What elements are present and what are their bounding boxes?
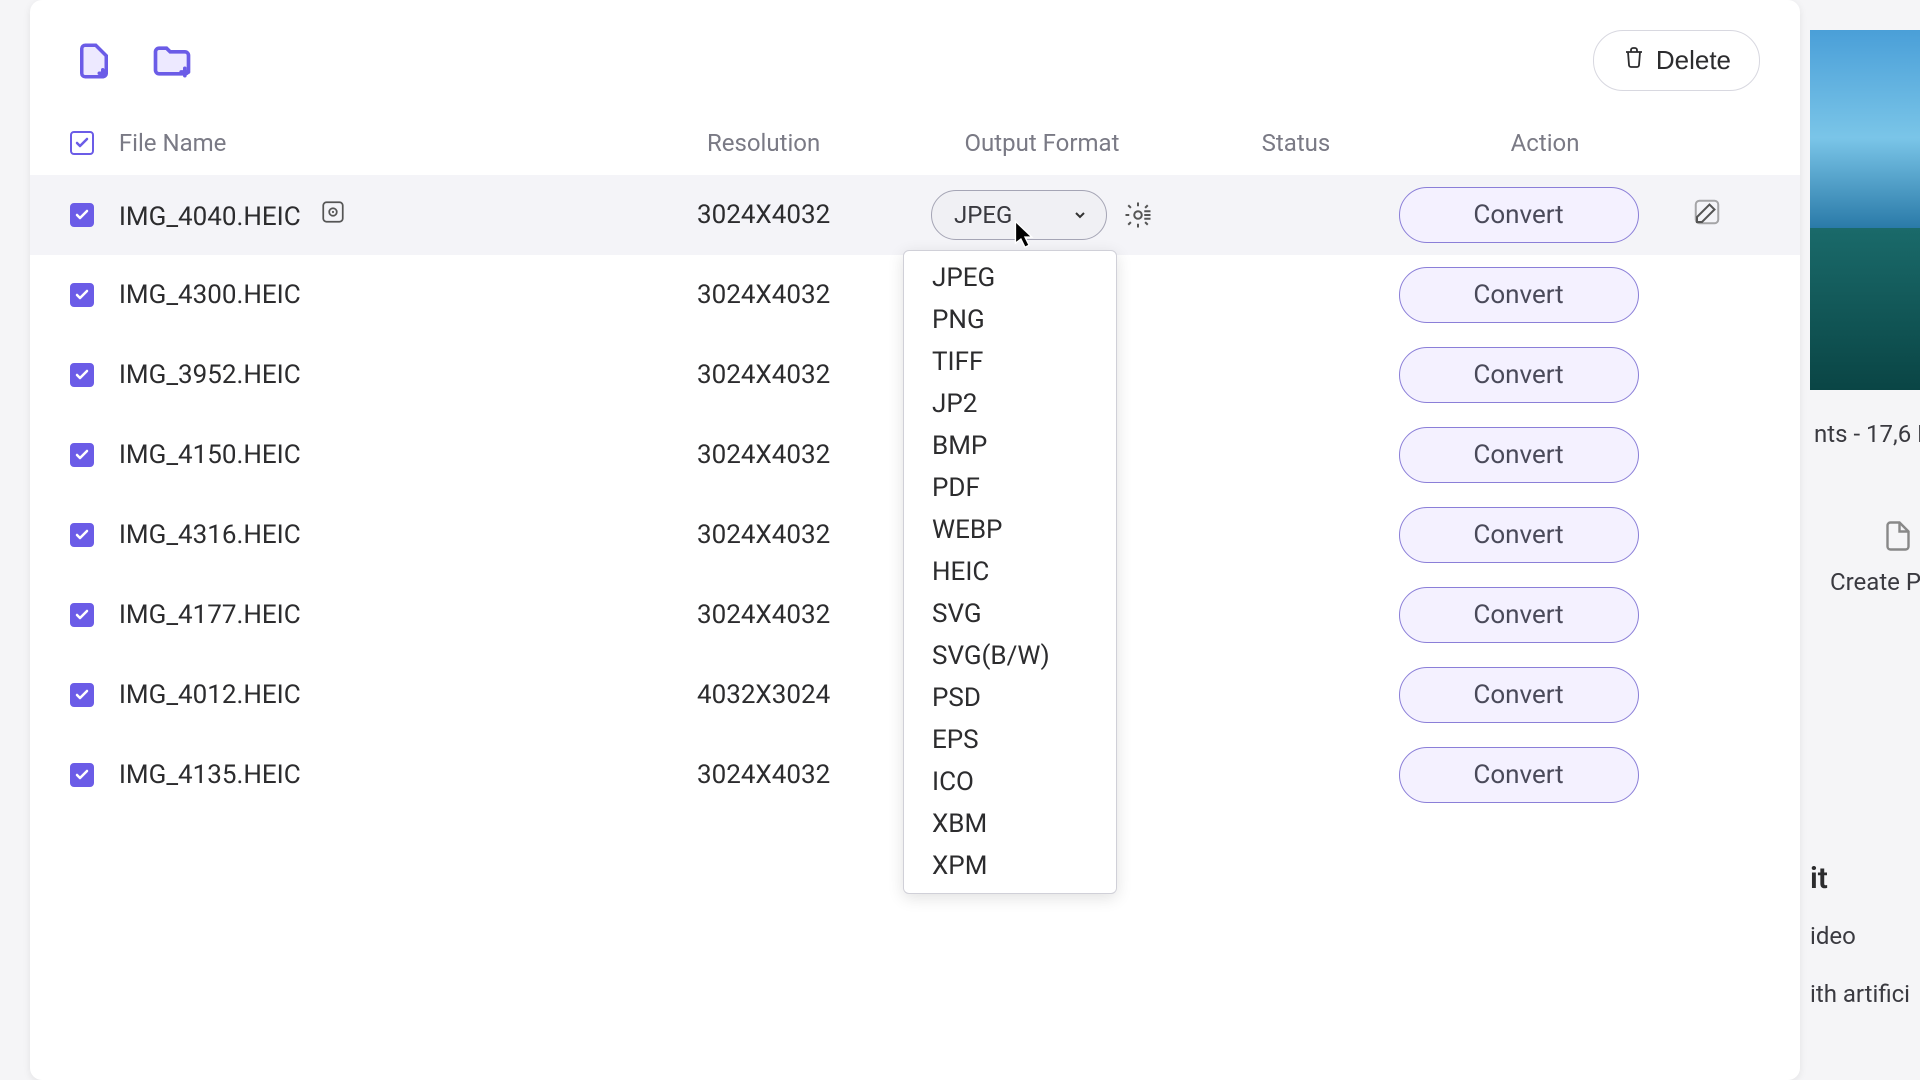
- convert-button[interactable]: Convert: [1399, 667, 1639, 723]
- row-checkbox[interactable]: [70, 363, 94, 387]
- side-panel: nts - 17,6 M Create P it ideo ith artifi…: [1810, 30, 1920, 1080]
- format-option[interactable]: PSD: [904, 677, 1116, 719]
- resolution-value: 3024X4032: [637, 360, 891, 390]
- format-option[interactable]: BMP: [904, 425, 1116, 467]
- row-checkbox[interactable]: [70, 283, 94, 307]
- convert-button[interactable]: Convert: [1399, 427, 1639, 483]
- file-name: IMG_4040.HEIC: [119, 198, 637, 232]
- convert-button[interactable]: Convert: [1399, 747, 1639, 803]
- convert-button[interactable]: Convert: [1399, 267, 1639, 323]
- row-checkbox[interactable]: [70, 603, 94, 627]
- header-action: Action: [1399, 129, 1692, 157]
- format-option[interactable]: PDF: [904, 467, 1116, 509]
- format-option[interactable]: PNG: [904, 299, 1116, 341]
- settings-icon[interactable]: [1123, 200, 1153, 230]
- header-resolution: Resolution: [637, 129, 891, 157]
- format-option[interactable]: HEIC: [904, 551, 1116, 593]
- file-name: IMG_4316.HEIC: [119, 520, 637, 550]
- format-option[interactable]: XPM: [904, 845, 1116, 887]
- convert-button[interactable]: Convert: [1399, 507, 1639, 563]
- resolution-value: 3024X4032: [637, 760, 891, 790]
- convert-button[interactable]: Convert: [1399, 347, 1639, 403]
- format-option[interactable]: WEBP: [904, 509, 1116, 551]
- resolution-value: 3024X4032: [637, 520, 891, 550]
- preview-icon[interactable]: [319, 198, 347, 226]
- format-option[interactable]: SVG: [904, 593, 1116, 635]
- preview-thumbnail[interactable]: [1810, 30, 1920, 390]
- chevron-down-icon: [1072, 207, 1088, 223]
- convert-button[interactable]: Convert: [1399, 587, 1639, 643]
- side-create-label[interactable]: Create P: [1830, 568, 1920, 596]
- resolution-value: 3024X4032: [637, 440, 891, 470]
- file-name: IMG_4300.HEIC: [119, 280, 637, 310]
- format-value: JPEG: [954, 201, 1012, 229]
- row-checkbox[interactable]: [70, 763, 94, 787]
- edit-icon[interactable]: [1692, 197, 1724, 229]
- delete-label: Delete: [1656, 45, 1731, 76]
- row-checkbox[interactable]: [70, 523, 94, 547]
- trash-icon: [1622, 45, 1646, 76]
- add-file-button[interactable]: [70, 37, 118, 85]
- header-filename: File Name: [119, 129, 637, 157]
- header-output-format: Output Format: [891, 129, 1194, 157]
- document-icon: [1880, 518, 1916, 554]
- table-header: File Name Resolution Output Format Statu…: [30, 111, 1800, 175]
- side-body-2: ith artifici: [1810, 976, 1920, 1012]
- toolbar: Delete: [30, 0, 1800, 111]
- format-option[interactable]: JPEG: [904, 257, 1116, 299]
- resolution-value: 3024X4032: [637, 200, 891, 230]
- select-all-checkbox[interactable]: [70, 131, 94, 155]
- file-name: IMG_4012.HEIC: [119, 680, 637, 710]
- side-heading: it: [1810, 861, 1920, 896]
- add-folder-button[interactable]: [148, 37, 196, 85]
- header-status: Status: [1193, 129, 1398, 157]
- file-name: IMG_4150.HEIC: [119, 440, 637, 470]
- row-checkbox[interactable]: [70, 203, 94, 227]
- format-option[interactable]: XBM: [904, 803, 1116, 845]
- file-name: IMG_4135.HEIC: [119, 760, 637, 790]
- resolution-value: 3024X4032: [637, 280, 891, 310]
- row-checkbox[interactable]: [70, 683, 94, 707]
- row-checkbox[interactable]: [70, 443, 94, 467]
- resolution-value: 4032X3024: [637, 680, 891, 710]
- table-row: IMG_4040.HEIC3024X4032 JPEG Convert: [30, 175, 1800, 255]
- format-option[interactable]: EPS: [904, 719, 1116, 761]
- format-dropdown[interactable]: JPEGPNGTIFFJP2BMPPDFWEBPHEICSVGSVG(B/W)P…: [903, 250, 1117, 894]
- side-body-1: ideo: [1810, 918, 1920, 954]
- resolution-value: 3024X4032: [637, 600, 891, 630]
- delete-button[interactable]: Delete: [1593, 30, 1760, 91]
- format-option[interactable]: JP2: [904, 383, 1116, 425]
- convert-button[interactable]: Convert: [1399, 187, 1639, 243]
- file-name: IMG_3952.HEIC: [119, 360, 637, 390]
- side-meta: nts - 17,6 M: [1810, 420, 1920, 448]
- format-option[interactable]: TIFF: [904, 341, 1116, 383]
- file-name: IMG_4177.HEIC: [119, 600, 637, 630]
- format-option[interactable]: ICO: [904, 761, 1116, 803]
- format-select[interactable]: JPEG: [931, 190, 1107, 240]
- format-option[interactable]: SVG(B/W): [904, 635, 1116, 677]
